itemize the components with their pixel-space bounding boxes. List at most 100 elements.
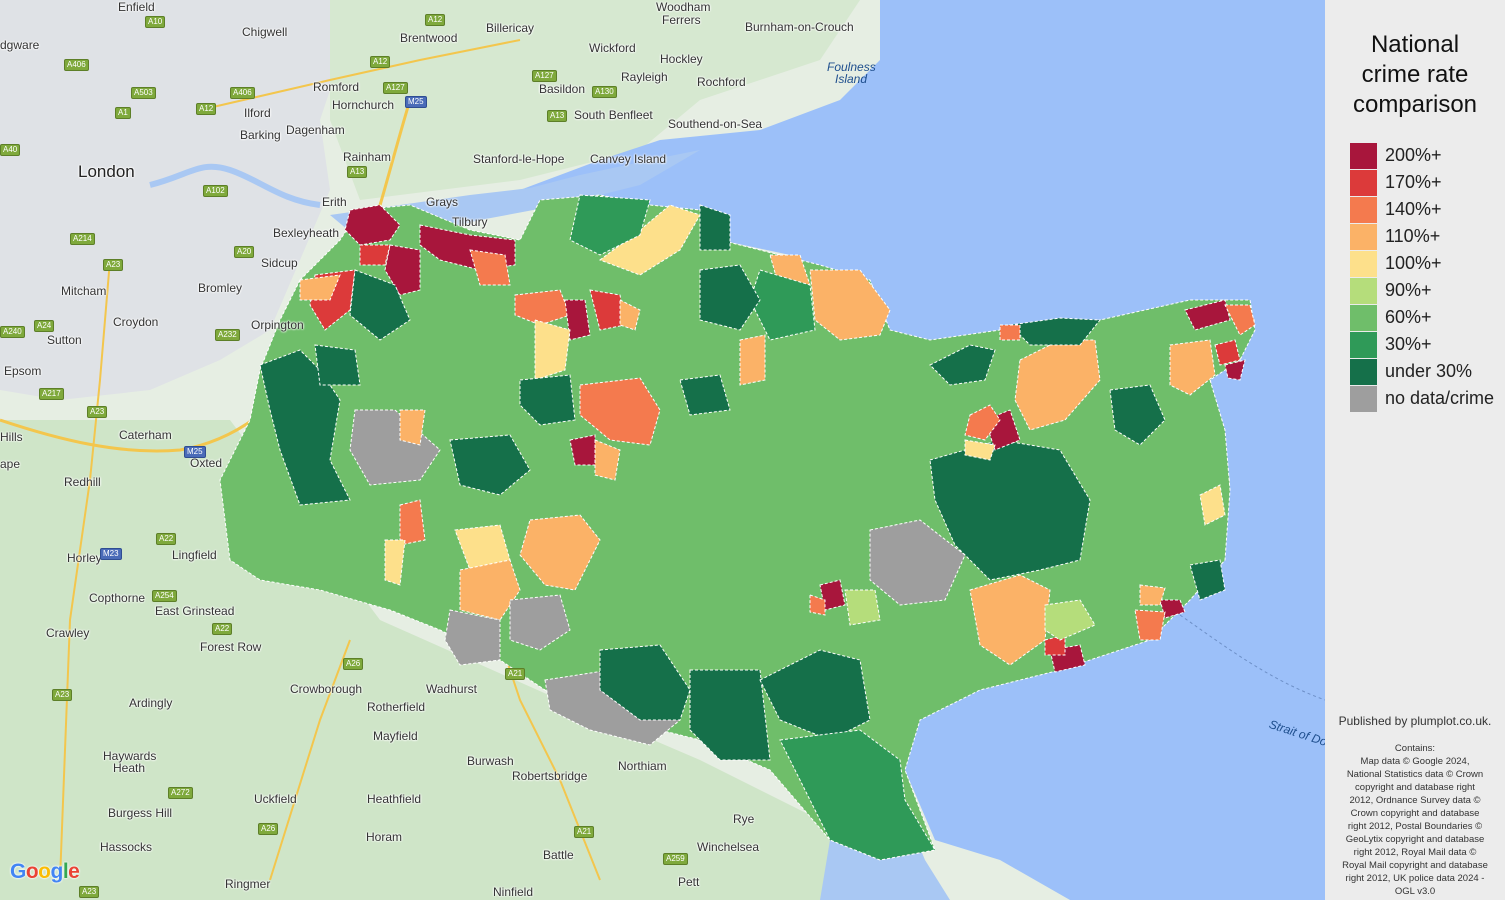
place-label: Hassocks <box>100 840 153 854</box>
place-label: Brentwood <box>400 31 458 45</box>
place-label: Croydon <box>113 315 159 329</box>
road-shield: A12 <box>196 103 217 115</box>
place-label: Sidcup <box>261 256 298 270</box>
place-label: Canvey Island <box>590 152 667 166</box>
legend-swatch <box>1350 332 1377 358</box>
attribution-line: right 2012, Postal Boundaries © <box>1347 821 1483 832</box>
road-shield: A10 <box>145 16 166 28</box>
legend-label: 110%+ <box>1385 226 1441 246</box>
place-label: Ardingly <box>129 696 173 710</box>
road-shield: M25 <box>184 446 206 458</box>
place-label: London <box>78 162 135 181</box>
place-label: Ilford <box>244 106 271 120</box>
region-dover-orange <box>1134 609 1166 641</box>
legend-title: National crime rate comparison <box>1325 30 1505 120</box>
place-label: Rye <box>733 812 755 826</box>
place-label: Robertsbridge <box>512 769 588 783</box>
attribution-line: GeoLytix copyright and database <box>1345 834 1485 845</box>
road-shield: A240 <box>0 326 25 338</box>
place-label: Battle <box>543 848 574 862</box>
region-shoreham <box>314 344 361 386</box>
legend-label: 100%+ <box>1385 253 1442 273</box>
place-label: Billericay <box>486 21 535 35</box>
attribution-line: Royal Mail copyright and database <box>1342 860 1488 871</box>
legend-title-line: crime rate <box>1361 61 1469 88</box>
road-shield: M25 <box>405 96 427 108</box>
legend-swatch <box>1350 170 1377 196</box>
legend-swatch <box>1350 386 1377 412</box>
place-label: Romford <box>313 80 360 94</box>
attribution-line: Map data © Google 2024, <box>1360 756 1470 767</box>
place-label: Sutton <box>47 333 82 347</box>
place-label: Copthorne <box>89 591 146 605</box>
legend-label: 200%+ <box>1385 145 1442 165</box>
legend-swatch <box>1350 224 1377 250</box>
place-label: Northiam <box>618 759 667 773</box>
region-dartford-b <box>359 244 391 266</box>
place-label: Burwash <box>467 754 514 768</box>
place-label: Basildon <box>539 82 586 96</box>
road-shield: A23 <box>79 886 100 898</box>
legend-panel: National crime rate comparison 200%+ 170%… <box>1325 0 1505 900</box>
published-credit: Published by plumplot.co.uk. <box>1338 714 1492 728</box>
place-label: Pett <box>678 875 700 889</box>
road-shield: A12 <box>370 56 391 68</box>
place-label: Island <box>835 72 868 86</box>
road-shield: A26 <box>258 823 279 835</box>
road-shield: A24 <box>34 320 55 332</box>
place-label: Caterham <box>119 428 172 442</box>
legend-item: 200%+ <box>1350 143 1505 170</box>
legend-item: 110%+ <box>1350 224 1505 251</box>
road-shield: A13 <box>347 166 368 178</box>
place-label: Enfield <box>118 0 155 14</box>
legend-swatch <box>1350 197 1377 223</box>
road-shield: A20 <box>234 246 255 258</box>
attribution-line: 2012, Ordnance Survey data © <box>1349 795 1481 806</box>
place-label: Rotherfield <box>367 700 426 714</box>
road-shield: A21 <box>574 826 595 838</box>
place-label: Burnham-on-Crouch <box>745 20 854 34</box>
legend-swatch <box>1350 251 1377 277</box>
place-label: Rochford <box>697 75 746 89</box>
place-label: Uckfield <box>254 792 297 806</box>
place-label: ape <box>0 457 21 471</box>
road-shield: A23 <box>87 406 108 418</box>
legend-label: 170%+ <box>1385 172 1442 192</box>
place-label: Barking <box>240 128 281 142</box>
road-shield: M23 <box>100 548 122 560</box>
legend-item: 140%+ <box>1350 197 1505 224</box>
place-label: Orpington <box>251 318 304 332</box>
legend-swatch <box>1350 278 1377 304</box>
place-label: Bexleyheath <box>273 226 340 240</box>
road-shield: A406 <box>64 59 89 71</box>
place-label: Rainham <box>343 150 392 164</box>
road-shield: A23 <box>103 259 124 271</box>
place-label: Ferrers <box>662 13 701 27</box>
attribution-line: National Statistics data © Crown <box>1346 769 1484 780</box>
legend-label: no data/crime <box>1385 388 1495 408</box>
place-label: Mayfield <box>373 729 418 743</box>
region-maidstone-red <box>569 434 596 466</box>
place-label: Heathfield <box>367 792 422 806</box>
road-shield: A130 <box>592 86 617 98</box>
attribution-line: right 2012, UK police data 2024 - <box>1345 873 1485 884</box>
data-attribution: Contains: Map data © Google 2024, National… <box>1335 742 1495 898</box>
road-shield: A21 <box>505 668 526 680</box>
place-label: Hockley <box>660 52 703 66</box>
road-shield: A214 <box>70 233 95 245</box>
legend-label: 140%+ <box>1385 199 1442 219</box>
legend-item: 100%+ <box>1350 251 1505 278</box>
road-shield: A102 <box>203 185 228 197</box>
legend-title-line: comparison <box>1352 91 1478 118</box>
road-shield: A22 <box>212 623 233 635</box>
google-logo: Google <box>10 860 80 883</box>
road-shield: A127 <box>532 70 557 82</box>
place-label: Bromley <box>198 281 243 295</box>
legend-label: 60%+ <box>1385 307 1432 327</box>
attribution-line: Contains: <box>1394 743 1436 754</box>
road-shield: A272 <box>168 787 193 799</box>
attribution-line: OGL v3.0 <box>1394 886 1436 897</box>
crime-rate-map[interactable]: Enfield Woodham Ferrers dgware Chigwell Brent… <box>0 0 1325 900</box>
place-label: Erith <box>322 195 347 209</box>
place-label: Forest Row <box>200 640 262 654</box>
